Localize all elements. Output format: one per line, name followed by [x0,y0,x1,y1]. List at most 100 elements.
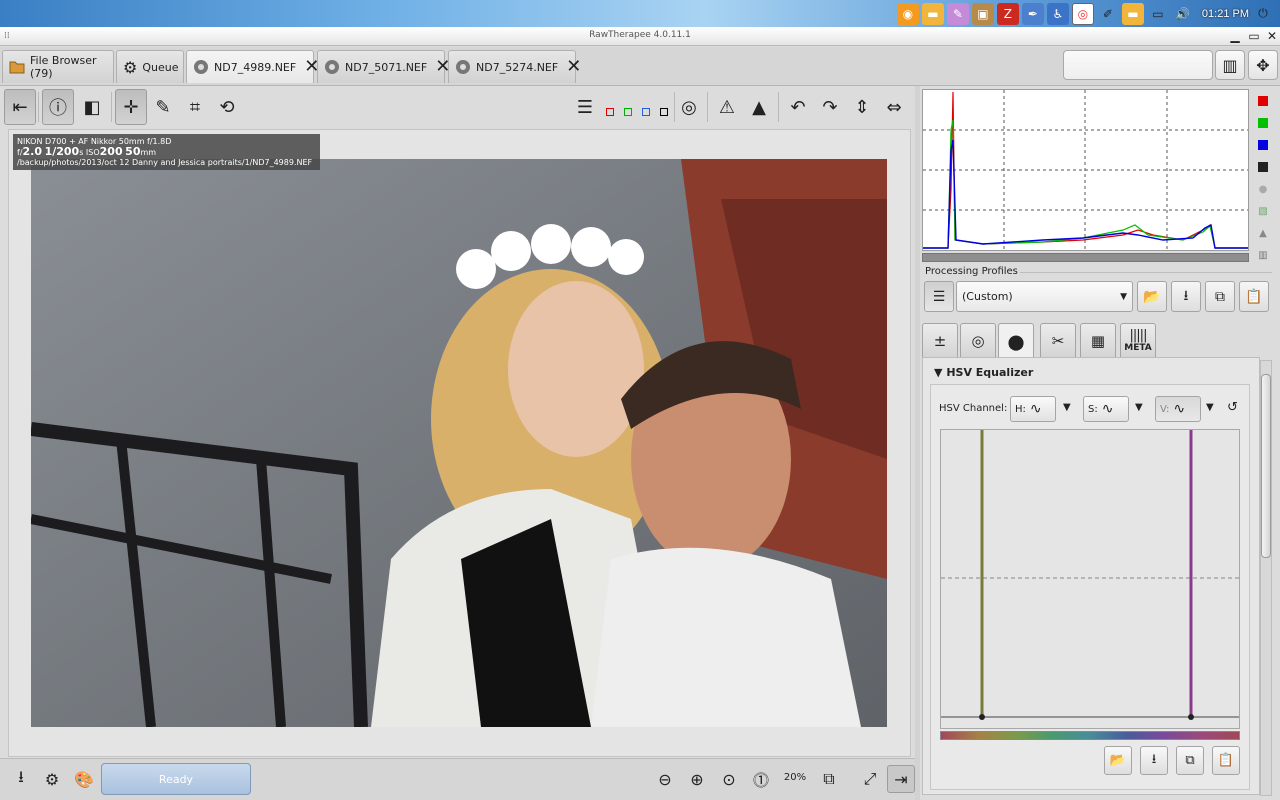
app2-icon[interactable]: ▬ [1121,2,1144,25]
tab-metadata[interactable]: ||||| META [1120,323,1156,357]
preview-image[interactable] [31,159,887,727]
shadow-warning-icon[interactable]: ⚠ [711,89,743,125]
save-profile-icon[interactable]: ⭳ [1171,281,1201,312]
hide-left-panel-icon[interactable]: ⇤ [4,89,36,125]
move-icon[interactable]: ✥ [1248,50,1278,80]
color-picker-icon[interactable]: ✎ [147,89,179,125]
clock: 01:21 PM [1201,7,1249,20]
detail-window-icon[interactable]: ⧉ [815,765,843,793]
queue-add-icon[interactable]: ⚙ [38,765,66,793]
focus-mask-icon[interactable]: ◎ [673,89,705,125]
info-icon[interactable]: ⓘ [42,89,74,125]
maximize-icon[interactable]: ▭ [1247,29,1261,43]
paste-profile-icon[interactable]: 📋 [1239,281,1269,312]
edit-external-icon[interactable]: 🎨 [70,765,98,793]
tab-transform[interactable]: ✂ [1040,323,1076,357]
rotate-left-icon[interactable]: ↶ [782,89,814,125]
close-tab-icon[interactable]: ✕ [566,58,581,76]
straighten-icon[interactable]: ⟲ [211,89,243,125]
close-window-icon[interactable]: ✕ [1265,29,1279,43]
fullscreen-icon[interactable]: ⤢ [856,765,884,793]
hsv-equalizer-header[interactable]: ▼ HSV Equalizer [934,366,1033,379]
inkscape-icon[interactable]: ✒ [1021,2,1044,25]
scroll-thumb[interactable] [1261,374,1271,558]
v-dropdown-icon[interactable]: ▼ [1206,402,1214,413]
copy-curve-icon[interactable]: ⧉ [1176,746,1204,775]
separator [38,92,39,122]
color-wheel-icon[interactable]: ◎ [1071,2,1094,25]
layout-icon[interactable]: ▥ [1215,50,1245,80]
pen-icon[interactable]: ✐ [1097,3,1119,25]
power-icon[interactable]: ⏻ [1252,3,1274,25]
v-channel-button[interactable]: V: ∿ [1155,396,1201,422]
rotate-right-icon[interactable]: ↷ [814,89,846,125]
before-after-icon[interactable]: ◧ [76,89,108,125]
tab-detail[interactable]: ◎ [960,323,996,357]
crop-icon[interactable]: ⌗ [179,89,211,125]
profile-list-icon[interactable]: ☰ [924,281,954,312]
s-label: S: [1088,403,1098,415]
top-right-field[interactable] [1063,50,1213,80]
open-profile-icon[interactable]: 📂 [1137,281,1167,312]
separator [707,92,708,122]
chevron-down-icon: ▼ [1120,292,1127,302]
hist-blue-toggle[interactable] [1256,138,1270,152]
hist-chroma-toggle[interactable]: ● [1256,182,1270,196]
highlight-warning-icon[interactable]: ▲ [743,89,775,125]
luminance-swatch[interactable] [660,108,668,116]
zoom-100-icon[interactable]: ⓵ [747,765,775,793]
archive-icon[interactable]: ▣ [971,2,994,25]
accessibility-icon[interactable]: ♿ [1046,2,1069,25]
preview-mode-icon[interactable]: ☰ [569,89,601,125]
paste-curve-icon[interactable]: 📋 [1212,746,1240,775]
hand-tool-icon[interactable]: ✛ [115,89,147,125]
s-channel-button[interactable]: S: ∿ [1083,396,1129,422]
save-curve-icon[interactable]: ⭳ [1140,746,1168,775]
flip-horizontal-icon[interactable]: ⇔ [878,89,910,125]
battery-icon[interactable]: ▭ [1147,3,1169,25]
reset-icon[interactable]: ↺ [1227,400,1238,415]
paint-icon[interactable]: ✎ [946,2,969,25]
tab-queue[interactable]: ⚙ Queue [116,50,184,83]
copy-profile-icon[interactable]: ⧉ [1205,281,1235,312]
hsv-curve-editor[interactable] [940,429,1240,729]
zoom-out-icon[interactable]: ⊖ [651,765,679,793]
save-image-icon[interactable]: ⭳ [7,765,35,793]
window-titlebar[interactable]: ⁞⁞ RawTherapee 4.0.11.1 ▁ ▭ ✕ [0,27,1280,46]
tab-label: File Browser (79) [30,54,97,80]
open-curve-icon[interactable]: 📂 [1104,746,1132,775]
hist-green-toggle[interactable] [1256,116,1270,130]
hist-luminance-toggle[interactable] [1256,160,1270,174]
separator [1020,272,1272,273]
blue-channel-swatch[interactable] [642,108,650,116]
h-dropdown-icon[interactable]: ▼ [1063,402,1071,413]
app-icon[interactable]: ▬ [921,2,944,25]
tab-raw[interactable]: ▦ [1080,323,1116,357]
rss-icon[interactable]: ◉ [896,2,919,25]
hist-raw-toggle[interactable]: ▧ [1256,204,1270,218]
red-channel-swatch[interactable] [606,108,614,116]
green-channel-swatch[interactable] [624,108,632,116]
hist-fullscale-toggle[interactable]: ▥ [1256,248,1270,262]
tab-nd7-5071[interactable]: ND7_5071.NEF ✕ [317,50,450,83]
hist-bar-toggle[interactable]: ▲ [1256,226,1270,240]
tab-nd7-4989[interactable]: ND7_4989.NEF ✕ [186,50,319,83]
tab-exposure[interactable]: ± [922,323,958,357]
profile-select[interactable]: (Custom) ▼ [956,281,1133,312]
separator [778,92,779,122]
hist-red-toggle[interactable] [1256,94,1270,108]
tab-nd7-5274[interactable]: ND7_5274.NEF ✕ [448,50,581,83]
volume-icon[interactable]: 🔊 [1172,3,1194,25]
tab-color[interactable]: ⬤ [998,323,1034,359]
tab-file-browser[interactable]: File Browser (79) [2,50,114,83]
zoom-in-icon[interactable]: ⊕ [683,765,711,793]
zoom-fit-icon[interactable]: ⊙ [715,765,743,793]
h-channel-button[interactable]: H: ∿ [1010,396,1056,422]
filezilla-icon[interactable]: Z [996,2,1019,25]
tab-label: Queue [142,60,179,74]
flip-vertical-icon[interactable]: ⇕ [846,89,878,125]
hide-right-panel-icon[interactable]: ⇥ [887,765,915,793]
s-dropdown-icon[interactable]: ▼ [1135,402,1143,413]
minimize-icon[interactable]: ▁ [1228,29,1242,43]
v-label: V: [1160,403,1170,415]
